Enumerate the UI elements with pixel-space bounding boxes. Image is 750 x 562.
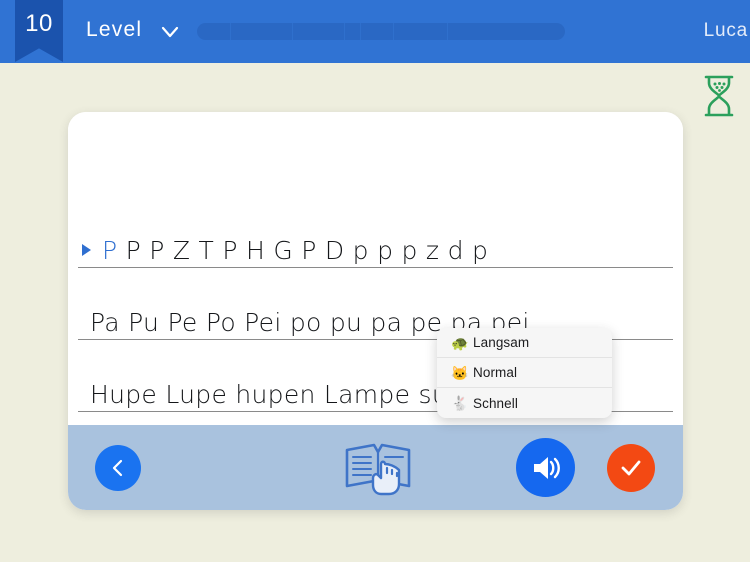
speak-button[interactable]: [516, 438, 575, 497]
level-label: Level: [86, 18, 143, 41]
level-number: 10: [25, 10, 53, 37]
confirm-button[interactable]: [607, 444, 655, 492]
exercise-card: P P P Z T P H G P D p p p z d p Pa Pu Pe…: [68, 112, 683, 510]
speed-menu[interactable]: 🐢 Langsam 🐱 Normal 🐇 Schnell: [437, 328, 612, 418]
back-button[interactable]: [95, 445, 141, 491]
level-badge: 10: [15, 0, 63, 62]
level-progress-bar[interactable]: [197, 23, 565, 40]
play-cursor-icon: [82, 244, 91, 256]
chevron-left-icon: [112, 459, 123, 477]
rabbit-icon: 🐇: [451, 395, 469, 411]
speaker-icon: [533, 456, 560, 479]
app-root: 10 Level Luca P P P Z T P H G P D p p p …: [0, 0, 750, 562]
app-header: 10 Level Luca: [0, 0, 750, 63]
turtle-icon: 🐢: [451, 334, 469, 351]
exercise-line-1-rest: P P Z T P H G P D p p p z d p: [117, 236, 489, 265]
speed-option-langsam[interactable]: 🐢 Langsam: [437, 328, 612, 358]
writing-rule: [78, 267, 673, 268]
exercise-line-1-text: P P P Z T P H G P D p p p z d p: [102, 236, 488, 265]
current-letter: P: [102, 236, 118, 265]
speed-option-schnell-label: Schnell: [473, 395, 518, 411]
speed-option-normal-label: Normal: [473, 365, 518, 380]
speed-option-langsam-label: Langsam: [473, 335, 530, 350]
user-name[interactable]: Luca: [704, 20, 748, 42]
check-icon: [621, 460, 641, 476]
speed-option-schnell[interactable]: 🐇 Schnell: [437, 388, 612, 418]
exercise-toolbar: [68, 425, 683, 510]
read-along-button[interactable]: [341, 440, 415, 498]
exercise-line-1[interactable]: P P P Z T P H G P D p p p z d p: [78, 208, 673, 268]
speed-option-normal[interactable]: 🐱 Normal: [437, 358, 612, 388]
cat-face-icon: 🐱: [451, 364, 469, 381]
hourglass-icon: [700, 74, 738, 118]
chevron-down-icon[interactable]: [160, 22, 180, 42]
